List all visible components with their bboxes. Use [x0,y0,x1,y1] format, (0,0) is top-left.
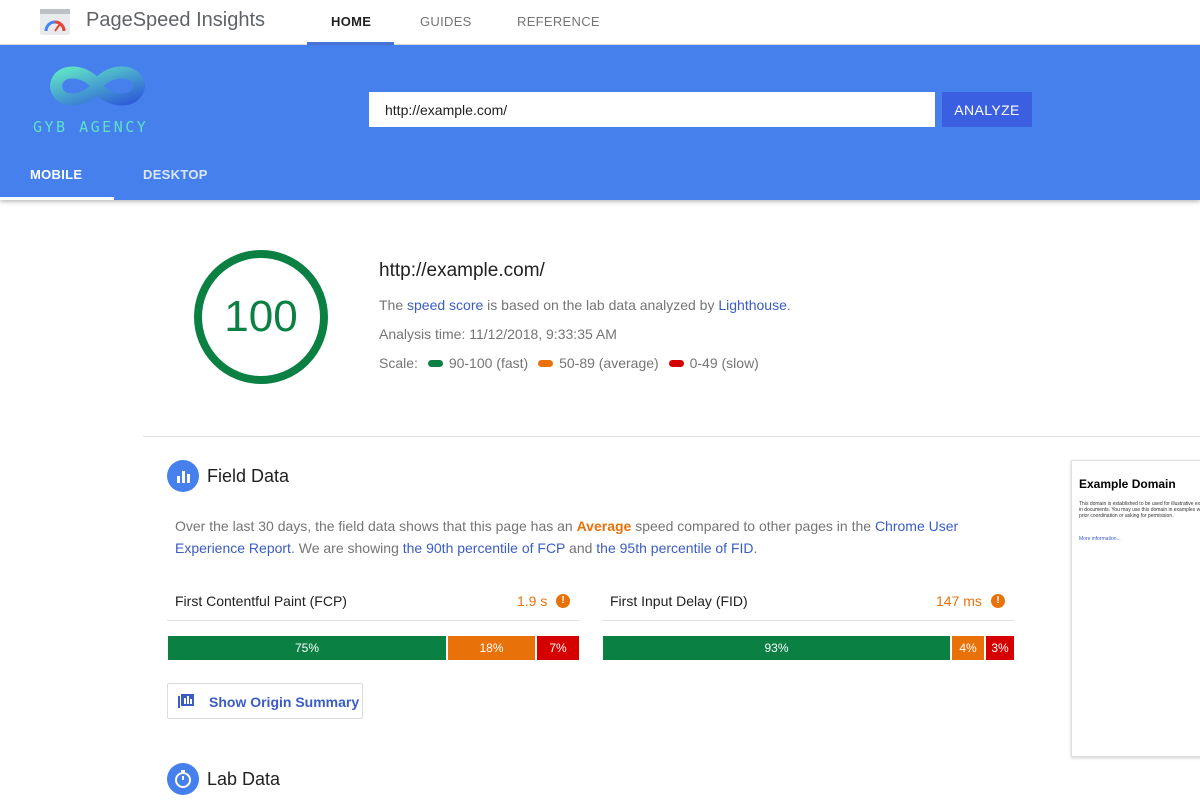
fid-percentile-link[interactable]: the 95th percentile of FID [596,540,753,556]
info-icon[interactable]: ! [991,594,1005,608]
thumbnail-title: Example Domain [1079,477,1176,491]
show-origin-summary-label: Show Origin Summary [209,694,360,710]
tab-guides[interactable]: GUIDES [420,14,472,29]
fid-fast-segment: 93% [603,636,952,660]
score-scale-legend: Scale: 90-100 (fast) 50-89 (average) 0-4… [379,355,759,371]
metric-name: First Contentful Paint (FCP) [175,593,347,609]
field-data-description: Over the last 30 days, the field data sh… [175,518,959,556]
tab-desktop[interactable]: DESKTOP [143,167,208,182]
thumbnail-link: More information... [1079,536,1121,542]
fid-slow-segment: 3% [986,636,1014,660]
fid-distribution-bar: 93% 4% 3% [603,636,1014,660]
analysis-header: GYB AGENCY ANALYZE MOBILE DESKTOP [0,45,1200,200]
show-origin-summary-button[interactable]: Show Origin Summary [167,683,363,719]
section-divider [143,436,1200,437]
info-icon[interactable]: ! [556,594,570,608]
average-label: Average [576,518,632,534]
pagespeed-logo-icon [40,9,70,35]
fcp-slow-segment: 7% [537,636,579,660]
active-mode-indicator [0,197,114,200]
agency-name: GYB AGENCY [33,118,149,136]
library-icon [178,694,194,708]
speed-score-link[interactable]: speed score [407,297,483,313]
speed-score-description: The speed score is based on the lab data… [379,297,791,313]
lighthouse-link[interactable]: Lighthouse [718,297,787,313]
fast-dot-icon [427,360,443,368]
stopwatch-icon [167,763,199,795]
lab-data-heading: Lab Data [207,769,281,789]
url-input[interactable] [369,92,935,127]
analysis-time: Analysis time: 11/12/2018, 9:33:35 AM [379,326,617,342]
top-nav-bar: PageSpeed Insights HOME GUIDES REFERENCE [0,0,1200,45]
metric-value: 147 ms [936,593,982,609]
metric-fcp: First Contentful Paint (FCP) 1.9 s ! [167,581,579,621]
slow-dot-icon [668,360,684,368]
performance-score: 100 [224,292,298,341]
agency-logo-icon [50,66,145,106]
tab-home[interactable]: HOME [331,14,371,29]
fcp-distribution-bar: 75% 18% 7% [168,636,579,660]
metric-name: First Input Delay (FID) [610,593,748,609]
average-dot-icon [538,360,554,368]
fcp-fast-segment: 75% [168,636,448,660]
tab-mobile[interactable]: MOBILE [30,167,82,182]
analyze-button[interactable]: ANALYZE [942,92,1032,127]
metric-fid: First Input Delay (FID) 147 ms ! [602,581,1014,621]
field-data-heading: Field Data [207,466,290,486]
fcp-percentile-link[interactable]: the 90th percentile of FCP [403,540,565,556]
page-screenshot-thumbnail: Example Domain This domain is establishe… [1071,460,1200,757]
thumbnail-text: This domain is established to be used fo… [1079,501,1200,519]
fcp-average-segment: 18% [448,636,537,660]
metric-value: 1.9 s [517,593,548,609]
analyzed-url: http://example.com/ [379,260,545,281]
app-title: PageSpeed Insights [86,9,266,31]
fid-average-segment: 4% [952,636,986,660]
bar-chart-icon [167,460,199,492]
tab-reference[interactable]: REFERENCE [517,14,600,29]
